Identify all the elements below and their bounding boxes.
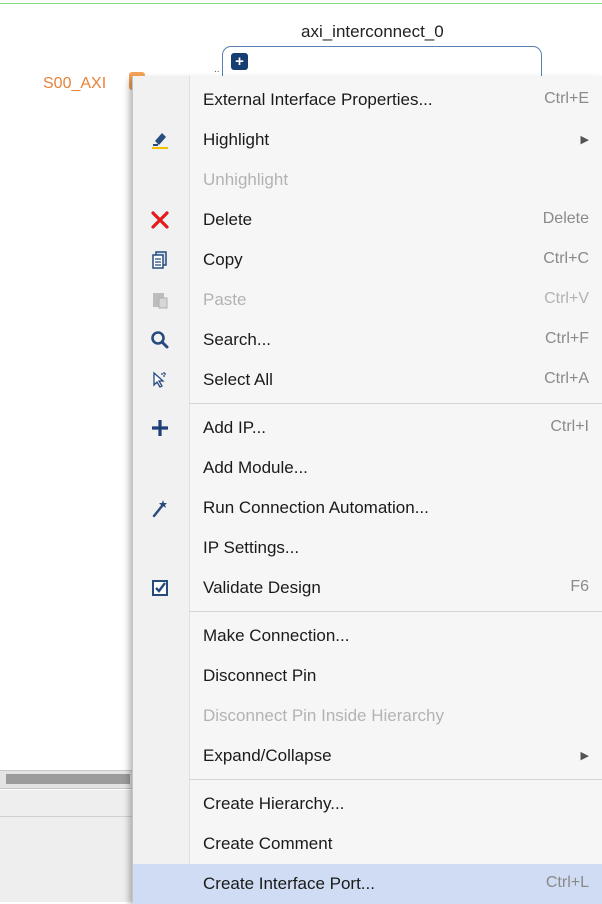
context-menu: External Interface Properties... Ctrl+E Hi… [132,76,602,904]
expand-icon[interactable]: + [231,53,248,70]
menu-item-make-connection[interactable]: Make Connection... [133,616,602,656]
delete-icon [149,209,171,231]
menu-item-label: Paste [203,290,247,309]
menu-item-expand-collapse[interactable]: Expand/Collapse ▶ [133,736,602,776]
menu-item-label: Add Module... [203,458,308,477]
menu-item-label: Copy [203,250,243,269]
submenu-arrow-icon: ▶ [580,134,589,146]
menu-item-select-all[interactable]: Select All Ctrl+A [133,360,602,400]
menu-item-disconnect-pin-inside-hierarchy: Disconnect Pin Inside Hierarchy [133,696,602,736]
menu-item-shortcut: Ctrl+L [545,874,589,891]
menu-item-label: Disconnect Pin Inside Hierarchy [203,706,444,725]
menu-item-label: Search... [203,330,272,349]
menu-item-label: Validate Design [203,578,321,597]
menu-item-add-module[interactable]: Add Module... [133,448,602,488]
block-title: axi_interconnect_0 [301,22,444,41]
menu-item-ip-settings[interactable]: IP Settings... [133,528,602,568]
menu-item-delete[interactable]: Delete Delete [133,200,602,240]
menu-item-label: Expand/Collapse [203,746,332,765]
scrollbar-thumb[interactable] [6,774,130,784]
menu-item-label: External Interface Properties... [203,90,433,109]
menu-item-create-hierarchy[interactable]: Create Hierarchy... [133,784,602,824]
menu-separator [189,611,602,612]
select-all-icon [149,369,171,391]
menu-item-shortcut: Ctrl+C [543,250,589,267]
menu-item-shortcut: F6 [570,578,589,595]
menu-item-paste: Paste Ctrl+V [133,280,602,320]
plus-icon [149,417,171,439]
canvas-top-border [0,3,602,4]
menu-item-label: Add IP... [203,418,267,437]
menu-item-shortcut: Ctrl+V [544,290,589,307]
search-icon [149,329,171,351]
menu-item-label: Highlight [203,130,270,149]
menu-item-create-interface-port[interactable]: Create Interface Port... Ctrl+L [133,864,602,904]
menu-item-shortcut: Ctrl+F [545,330,589,347]
port-label[interactable]: S00_AXI [43,75,106,93]
menu-item-unhighlight: Unhighlight [133,160,602,200]
menu-item-validate-design[interactable]: Validate Design F6 [133,568,602,608]
submenu-arrow-icon: ▶ [580,750,589,762]
menu-item-shortcut: Ctrl+I [550,418,589,435]
menu-item-copy[interactable]: Copy Ctrl+C [133,240,602,280]
menu-item-label: Delete [203,210,253,229]
block-dots: .. [214,64,220,75]
menu-separator [189,403,602,404]
copy-icon [149,249,171,271]
menu-separator [189,779,602,780]
menu-item-label: Create Comment [203,834,333,853]
menu-item-label: IP Settings... [203,538,300,557]
highlight-icon [149,129,171,151]
menu-item-shortcut: Delete [542,210,589,227]
menu-item-external-interface-properties[interactable]: External Interface Properties... Ctrl+E [133,80,602,120]
menu-item-create-comment[interactable]: Create Comment [133,824,602,864]
menu-item-highlight[interactable]: Highlight ▶ [133,120,602,160]
menu-item-shortcut: Ctrl+A [544,370,589,387]
menu-item-label: Run Connection Automation... [203,498,429,517]
menu-item-label: Make Connection... [203,626,350,645]
menu-item-add-ip[interactable]: Add IP... Ctrl+I [133,408,602,448]
menu-item-label: Create Hierarchy... [203,794,345,813]
paste-icon [149,289,171,311]
menu-item-label: Select All [203,370,273,389]
menu-item-label: Disconnect Pin [203,666,317,685]
menu-item-label: Create Interface Port... [203,874,375,893]
validate-icon [149,577,171,599]
menu-item-label: Unhighlight [203,170,289,189]
menu-item-run-connection-automation[interactable]: Run Connection Automation... [133,488,602,528]
wand-icon [149,497,171,519]
menu-item-disconnect-pin[interactable]: Disconnect Pin [133,656,602,696]
menu-item-shortcut: Ctrl+E [544,90,589,107]
menu-item-search[interactable]: Search... Ctrl+F [133,320,602,360]
